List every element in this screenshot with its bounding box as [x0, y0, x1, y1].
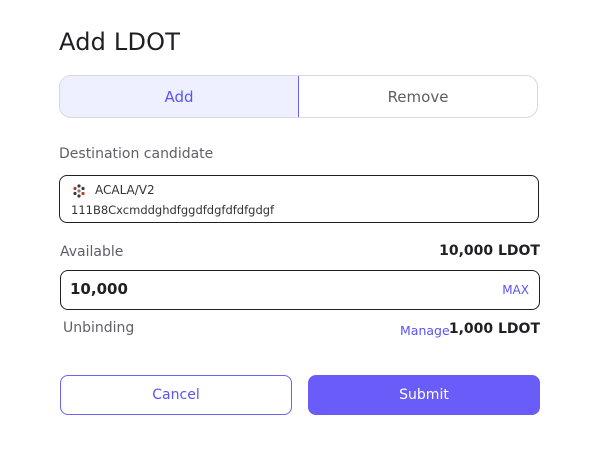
- amount-field: MAX: [60, 270, 540, 310]
- add-remove-toggle: Add Remove: [59, 75, 538, 118]
- amount-input[interactable]: [70, 280, 470, 298]
- candidate-address: 111B8Cxcmddghdfggdfdgfdfdfgdgf: [71, 203, 275, 217]
- destination-label: Destination candidate: [59, 146, 214, 162]
- tab-remove[interactable]: Remove: [299, 76, 537, 117]
- max-button[interactable]: MAX: [502, 283, 529, 297]
- destination-candidate-select[interactable]: ACALA/V2 111B8Cxcmddghdfggdfdgfdfdfgdgf: [59, 175, 539, 223]
- tab-add[interactable]: Add: [60, 76, 299, 117]
- available-value: 10,000 LDOT: [439, 243, 540, 259]
- unbinding-value: 1,000 LDOT: [448, 321, 540, 337]
- add-ldot-modal: Add LDOT Add Remove Destination candidat…: [0, 0, 602, 461]
- cancel-button[interactable]: Cancel: [60, 375, 292, 415]
- submit-button[interactable]: Submit: [308, 375, 540, 415]
- manage-link[interactable]: Manage: [400, 323, 450, 338]
- available-label: Available: [60, 244, 124, 260]
- modal-title: Add LDOT: [59, 28, 181, 56]
- identicon-icon: [73, 184, 85, 198]
- unbinding-label: Unbinding: [63, 320, 135, 336]
- candidate-name: ACALA/V2: [95, 183, 155, 197]
